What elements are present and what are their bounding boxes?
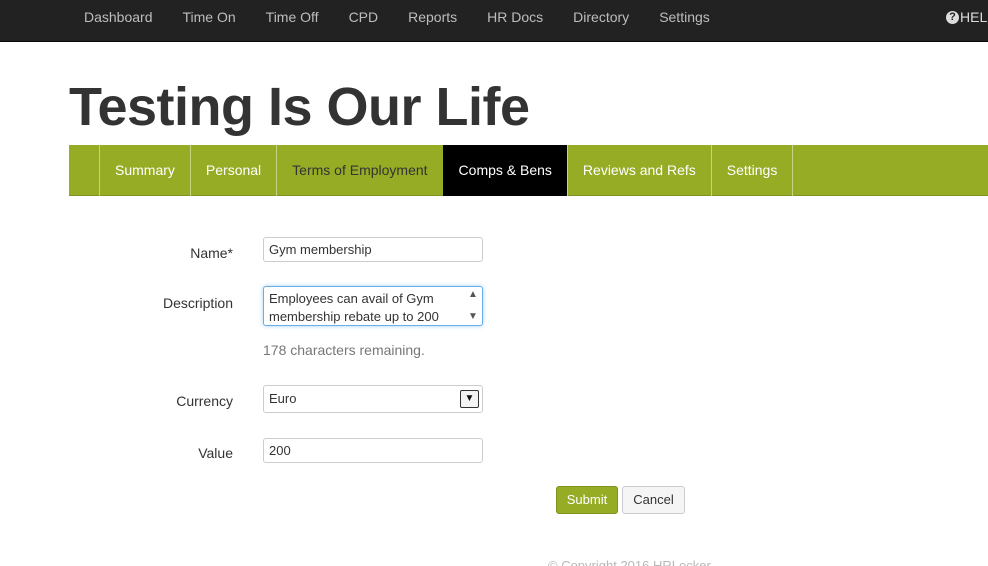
tab-terms-of-employment[interactable]: Terms of Employment <box>276 145 442 196</box>
tab-settings[interactable]: Settings <box>710 145 794 196</box>
currency-select[interactable]: Euro ▼ <box>263 385 483 413</box>
name-input[interactable]: Gym membership <box>263 237 483 262</box>
description-text: Employees can avail of Gym membership re… <box>269 291 439 324</box>
value-input[interactable]: 200 <box>263 438 483 463</box>
nav-time-on[interactable]: Time On <box>168 0 251 42</box>
page-title: Testing Is Our Life <box>69 77 530 137</box>
nav-directory[interactable]: Directory <box>558 0 644 42</box>
textarea-scrollbar[interactable]: ▲ ▼ <box>465 288 481 324</box>
nav-cpd[interactable]: CPD <box>334 0 394 42</box>
main-nav: Dashboard Time On Time Off CPD Reports H… <box>69 0 725 42</box>
footer-copyright: © Copyright 2016 HRLocker <box>548 558 711 566</box>
submit-button[interactable]: Submit <box>556 486 618 514</box>
chars-remaining-hint: 178 characters remaining. <box>263 342 425 358</box>
value-label: Value <box>198 445 233 461</box>
tab-reviews-refs[interactable]: Reviews and Refs <box>566 145 711 196</box>
tab-summary[interactable]: Summary <box>99 145 190 196</box>
nav-settings[interactable]: Settings <box>644 0 725 42</box>
help-link[interactable]: ? HEL <box>946 0 987 34</box>
top-navbar: Dashboard Time On Time Off CPD Reports H… <box>0 0 988 42</box>
description-textarea[interactable]: Employees can avail of Gym membership re… <box>263 286 483 326</box>
nav-time-off[interactable]: Time Off <box>251 0 334 42</box>
scroll-up-icon[interactable]: ▲ <box>468 288 478 302</box>
help-label: HEL <box>960 9 988 25</box>
description-label: Description <box>162 295 233 311</box>
nav-reports[interactable]: Reports <box>393 0 472 42</box>
nav-dashboard[interactable]: Dashboard <box>69 0 168 42</box>
chevron-down-icon[interactable]: ▼ <box>460 390 479 408</box>
name-label: Name* <box>190 245 233 261</box>
profile-tab-bar: Summary Personal Terms of Employment Com… <box>69 145 988 196</box>
question-circle-icon: ? <box>946 10 959 24</box>
tab-personal[interactable]: Personal <box>189 145 276 196</box>
currency-label: Currency <box>176 393 233 409</box>
nav-hr-docs[interactable]: HR Docs <box>472 0 558 42</box>
tab-comps-bens[interactable]: Comps & Bens <box>442 145 567 196</box>
currency-selected-value: Euro <box>269 391 297 406</box>
scroll-down-icon[interactable]: ▼ <box>468 310 478 324</box>
cancel-button[interactable]: Cancel <box>622 486 685 514</box>
